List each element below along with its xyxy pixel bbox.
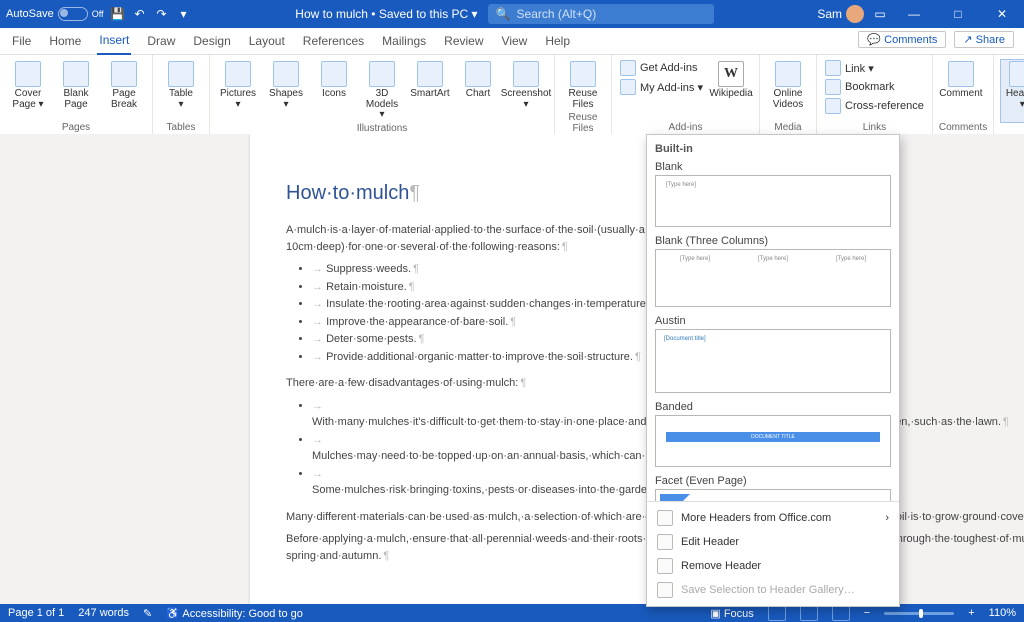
search-icon: 🔍	[496, 7, 511, 21]
tab-home[interactable]: Home	[47, 30, 83, 54]
ribbon-options-icon[interactable]: ▭	[872, 6, 888, 22]
zoom-in-button[interactable]: +	[968, 607, 974, 619]
header-gallery-dropdown: Built-in Blank [Type here] Blank (Three …	[646, 134, 900, 607]
document-title[interactable]: How to mulch • Saved to this PC ▾	[295, 7, 477, 21]
avatar	[846, 5, 864, 23]
page-break-button[interactable]: PageBreak	[102, 59, 146, 112]
tab-design[interactable]: Design	[191, 30, 232, 54]
accessibility-status[interactable]: ♿ Accessibility: Good to go	[166, 607, 303, 620]
tab-layout[interactable]: Layout	[247, 30, 287, 54]
tab-review[interactable]: Review	[442, 30, 485, 54]
pictures-button[interactable]: Pictures▾	[216, 59, 260, 123]
get-addins-button[interactable]: Get Add-ins	[618, 59, 705, 77]
tab-draw[interactable]: Draw	[145, 30, 177, 54]
focus-mode-button[interactable]: ▣ Focus	[710, 607, 753, 620]
globe-icon	[657, 510, 673, 526]
print-layout-icon[interactable]	[800, 605, 818, 621]
shapes-button[interactable]: Shapes▾	[264, 59, 308, 123]
web-layout-icon[interactable]	[832, 605, 850, 621]
header-option-blank-three-columns[interactable]: [Type here][Type here][Type here]	[655, 249, 891, 307]
header-option-banded[interactable]: DOCUMENT TITLE	[655, 415, 891, 467]
header-option-facet-even[interactable]	[655, 489, 891, 501]
comment-button[interactable]: Comment	[939, 59, 983, 102]
cross-reference-button[interactable]: Cross-reference	[823, 97, 926, 115]
table-button[interactable]: Table▾	[159, 59, 203, 112]
smartart-button[interactable]: SmartArt	[408, 59, 452, 123]
tab-references[interactable]: References	[301, 30, 366, 54]
title-bar: AutoSave Off 💾 ↶ ↷ ▾ How to mulch • Save…	[0, 0, 1024, 28]
more-headers-office[interactable]: More Headers from Office.com›	[647, 506, 899, 530]
bookmark-button[interactable]: Bookmark	[823, 78, 926, 96]
zoom-out-button[interactable]: −	[864, 607, 870, 619]
screenshot-button[interactable]: Screenshot▾	[504, 59, 548, 123]
zoom-level[interactable]: 110%	[989, 607, 1016, 619]
save-selection-header-gallery: Save Selection to Header Gallery…	[647, 578, 899, 602]
redo-icon[interactable]: ↷	[154, 6, 170, 22]
header-option-austin[interactable]: [Document title]	[655, 329, 891, 393]
remove-icon	[657, 558, 673, 574]
edit-icon	[657, 534, 673, 550]
read-mode-icon[interactable]	[768, 605, 786, 621]
minimize-button[interactable]: —	[896, 0, 932, 28]
zoom-slider[interactable]	[884, 612, 954, 615]
save-icon[interactable]: 💾	[110, 6, 126, 22]
undo-icon[interactable]: ↶	[132, 6, 148, 22]
page-indicator[interactable]: Page 1 of 1	[8, 607, 64, 619]
share-button[interactable]: ↗ Share	[954, 31, 1014, 48]
ribbon: CoverPage ▾ BlankPage PageBreak Pages Ta…	[0, 55, 1024, 136]
search-box[interactable]: 🔍 Search (Alt+Q)	[488, 4, 714, 24]
chart-button[interactable]: Chart	[456, 59, 500, 123]
spellcheck-icon[interactable]: ✎	[143, 607, 152, 620]
edit-header[interactable]: Edit Header	[647, 530, 899, 554]
header-button[interactable]: Header▾	[1000, 59, 1024, 123]
link-button[interactable]: Link ▾	[823, 59, 926, 77]
word-count[interactable]: 247 words	[78, 607, 129, 619]
tab-insert[interactable]: Insert	[97, 29, 131, 55]
gallery-section-builtin: Built-in	[655, 139, 891, 157]
remove-header[interactable]: Remove Header	[647, 554, 899, 578]
close-button[interactable]: ✕	[984, 0, 1020, 28]
header-option-blank[interactable]: [Type here]	[655, 175, 891, 227]
tab-view[interactable]: View	[500, 30, 530, 54]
autosave-toggle[interactable]: AutoSave Off	[6, 7, 104, 21]
reuse-files-button[interactable]: ReuseFiles	[561, 59, 605, 112]
tab-file[interactable]: File	[10, 30, 33, 54]
save-selection-icon	[657, 582, 673, 598]
blank-page-button[interactable]: BlankPage	[54, 59, 98, 112]
cover-page-button[interactable]: CoverPage ▾	[6, 59, 50, 112]
ribbon-tabs: File Home Insert Draw Design Layout Refe…	[0, 28, 1024, 55]
account-button[interactable]: Sam	[817, 5, 864, 23]
chevron-right-icon: ›	[885, 512, 889, 524]
icons-button[interactable]: Icons	[312, 59, 356, 123]
my-addins-button[interactable]: My Add-ins ▾	[618, 78, 705, 96]
online-videos-button[interactable]: OnlineVideos	[766, 59, 810, 112]
tab-mailings[interactable]: Mailings	[380, 30, 428, 54]
comments-button[interactable]: 💬 Comments	[858, 31, 946, 48]
wikipedia-button[interactable]: WWikipedia	[709, 59, 753, 102]
tab-help[interactable]: Help	[543, 30, 572, 54]
3d-models-button[interactable]: 3DModels ▾	[360, 59, 404, 123]
qat-customize-icon[interactable]: ▾	[176, 6, 192, 22]
maximize-button[interactable]: □	[940, 0, 976, 28]
